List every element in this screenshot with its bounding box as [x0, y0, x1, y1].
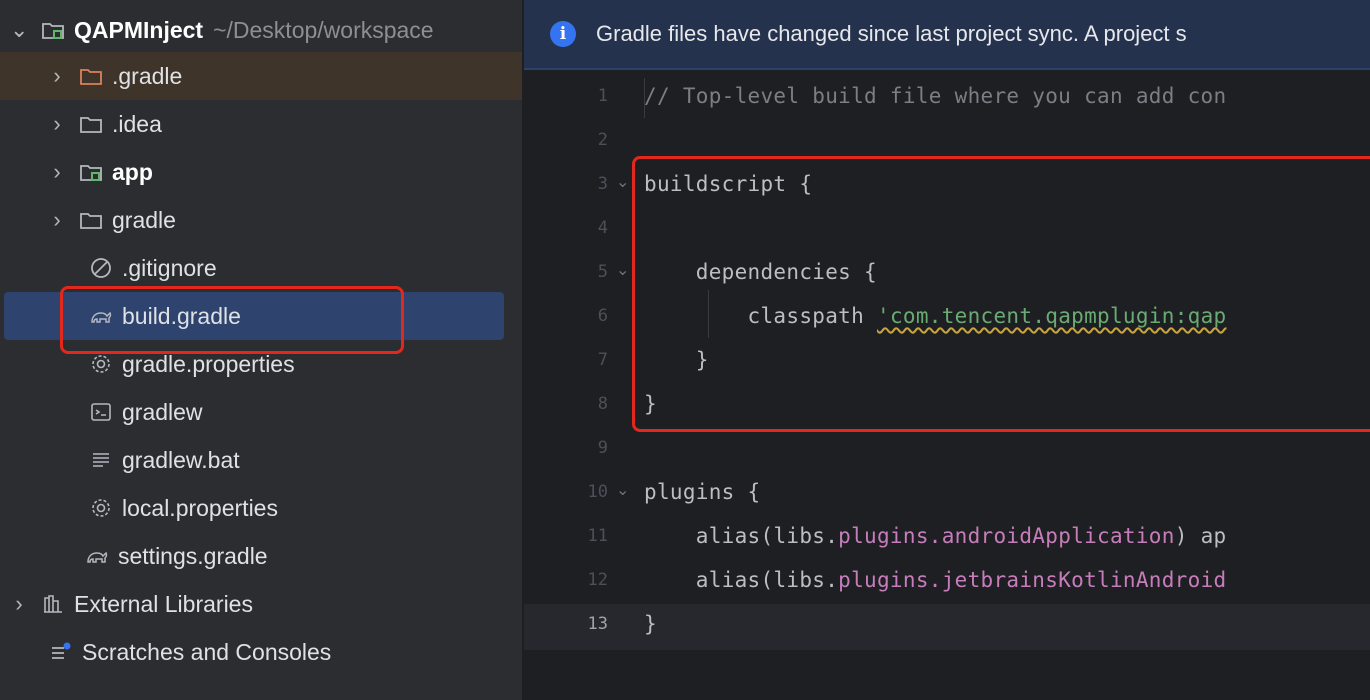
tree-item-settings-gradle[interactable]: settings.gradle [0, 532, 522, 580]
code-token-tail: ) ap [1174, 524, 1227, 548]
tree-root-row[interactable]: ⌄ QAPMInject ~/Desktop/workspace [0, 6, 522, 54]
tree-item-idea[interactable]: › .idea [0, 100, 522, 148]
highlight-box-build-gradle [60, 286, 404, 354]
tree-item-external-libraries[interactable]: › External Libraries [0, 580, 522, 628]
tree-item-label: local.properties [122, 494, 278, 521]
code-token-call: alias(libs. [695, 568, 839, 592]
line-number: 7 [597, 350, 608, 370]
line-number: 8 [597, 394, 608, 414]
fold-chevron-icon[interactable]: ⌄ [616, 172, 629, 191]
code-line-13[interactable]: } [644, 612, 657, 636]
line-number: 4 [597, 218, 608, 238]
ignore-file-icon [88, 255, 114, 281]
tree-item-label: Scratches and Consoles [82, 638, 332, 665]
sync-notification-banner[interactable]: i Gradle files have changed since last p… [524, 0, 1370, 70]
code-line-12[interactable]: alias(libs.plugins.jetbrainsKotlinAndroi… [644, 568, 1226, 592]
code-token-property: .androidApplication [928, 524, 1175, 548]
tree-item-label: gradle [112, 206, 176, 233]
tree-item-gradlew[interactable]: gradlew [0, 388, 522, 436]
fold-chevron-icon[interactable]: ⌄ [616, 260, 629, 279]
tree-item-app[interactable]: › app [0, 148, 522, 196]
code-token-property: plugins [838, 568, 929, 592]
line-number-current: 13 [587, 614, 608, 634]
tree-item-label: gradle.properties [122, 350, 295, 377]
tree-item-label: External Libraries [74, 590, 253, 617]
project-tree-panel: ⌄ QAPMInject ~/Desktop/workspace › .grad… [0, 0, 522, 700]
tree-item-label: gradlew [122, 398, 203, 425]
tree-item-label: .gradle [112, 62, 183, 89]
code-token-property: plugins [838, 524, 929, 548]
gradle-elephant-icon [84, 543, 110, 569]
tree-item-dot-gradle[interactable]: › .gradle [0, 52, 522, 100]
tree-item-gitignore[interactable]: .gitignore [0, 244, 522, 292]
scratches-icon [48, 639, 74, 665]
code-line-11[interactable]: alias(libs.plugins.androidApplication) a… [644, 524, 1226, 548]
folder-icon [78, 207, 104, 233]
project-path: ~/Desktop/workspace [213, 16, 434, 43]
chevron-down-icon[interactable]: ⌄ [10, 17, 28, 43]
chevron-right-icon[interactable]: › [48, 111, 66, 137]
settings-gear-icon [88, 495, 114, 521]
fold-chevron-icon[interactable]: ⌄ [616, 480, 629, 499]
settings-gear-icon [88, 351, 114, 377]
tree-item-scratches[interactable]: Scratches and Consoles [0, 628, 522, 676]
folder-icon [78, 63, 104, 89]
chevron-right-icon[interactable]: › [10, 591, 28, 617]
tree-item-gradlew-bat[interactable]: gradlew.bat [0, 436, 522, 484]
banner-text: Gradle files have changed since last pro… [596, 21, 1187, 46]
tree-item-label: gradlew.bat [122, 446, 240, 473]
terminal-script-icon [88, 399, 114, 425]
line-number: 11 [587, 526, 608, 546]
code-line-1[interactable]: // Top-level build file where you can ad… [644, 84, 1226, 108]
tree-item-local-properties[interactable]: local.properties [0, 484, 522, 532]
tree-item-gradle[interactable]: › gradle [0, 196, 522, 244]
line-number: 5 [597, 262, 608, 282]
code-token-property: .jetbrainsKotlinAndroid [928, 568, 1227, 592]
module-folder-icon [40, 17, 66, 43]
project-name: QAPMInject [74, 16, 204, 43]
chevron-right-icon[interactable]: › [48, 207, 66, 233]
line-number: 9 [597, 438, 608, 458]
text-lines-icon [88, 447, 114, 473]
folder-icon [78, 111, 104, 137]
info-icon: i [550, 21, 576, 47]
line-number: 6 [597, 306, 608, 326]
tree-item-label: .gitignore [122, 254, 217, 281]
line-number: 10 [587, 482, 608, 502]
tree-item-label: .idea [112, 110, 162, 137]
line-number: 1 [597, 86, 608, 106]
code-token-call: alias(libs. [695, 524, 839, 548]
line-number: 12 [587, 570, 608, 590]
module-folder-icon [78, 159, 104, 185]
libraries-icon [40, 591, 66, 617]
code-editor[interactable]: i Gradle files have changed since last p… [524, 0, 1370, 700]
chevron-right-icon[interactable]: › [48, 159, 66, 185]
line-number: 3 [597, 174, 608, 194]
code-line-10[interactable]: plugins { [644, 480, 761, 504]
chevron-right-icon[interactable]: › [48, 63, 66, 89]
tree-item-label: app [112, 158, 153, 185]
line-number: 2 [597, 130, 608, 150]
highlight-box-buildscript [632, 156, 1370, 432]
tree-item-label: settings.gradle [118, 542, 268, 569]
